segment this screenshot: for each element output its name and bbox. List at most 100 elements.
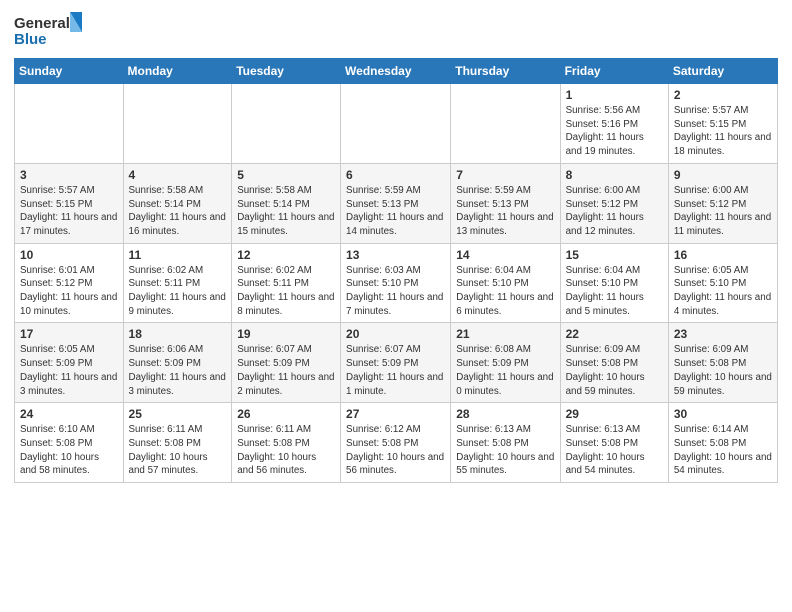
calendar-cell [341,84,451,164]
calendar-cell: 8 Sunrise: 6:00 AMSunset: 5:12 PMDaylight… [560,163,668,243]
calendar-cell: 28 Sunrise: 6:13 AMSunset: 5:08 PMDayligh… [451,403,560,483]
day-number: 24 [20,407,118,421]
weekday-header-wednesday: Wednesday [341,59,451,84]
calendar-cell: 7 Sunrise: 5:59 AMSunset: 5:13 PMDaylight… [451,163,560,243]
cell-info: Sunrise: 6:07 AMSunset: 5:09 PMDaylight:… [346,343,445,398]
day-number: 17 [20,327,118,341]
day-number: 28 [456,407,554,421]
calendar-cell: 9 Sunrise: 6:00 AMSunset: 5:12 PMDaylight… [668,163,777,243]
calendar-cell: 14 Sunrise: 6:04 AMSunset: 5:10 PMDayligh… [451,243,560,323]
calendar-cell: 15Sunrise: 6:04 AMSunset: 5:10 PMDayligh… [560,243,668,323]
day-number: 22 [566,327,663,341]
cell-info: Sunrise: 6:04 AMSunset: 5:10 PMDaylight:… [456,264,554,319]
calendar-cell: 16 Sunrise: 6:05 AMSunset: 5:10 PMDayligh… [668,243,777,323]
calendar-cell: 30 Sunrise: 6:14 AMSunset: 5:08 PMDayligh… [668,403,777,483]
day-number: 13 [346,248,445,262]
svg-text:General: General [14,15,70,32]
weekday-header-thursday: Thursday [451,59,560,84]
calendar-cell: 23Sunrise: 6:09 AMSunset: 5:08 PMDayligh… [668,323,777,403]
cell-info: Sunrise: 6:05 AMSunset: 5:10 PMDaylight:… [674,264,772,319]
day-number: 2 [674,88,772,102]
calendar-cell: 2 Sunrise: 5:57 AMSunset: 5:15 PMDaylight… [668,84,777,164]
week-row-4: 24 Sunrise: 6:10 AMSunset: 5:08 PMDayligh… [15,403,778,483]
calendar-cell: 6 Sunrise: 5:59 AMSunset: 5:13 PMDaylight… [341,163,451,243]
weekday-header-saturday: Saturday [668,59,777,84]
calendar-header: SundayMondayTuesdayWednesdayThursdayFrid… [15,59,778,84]
cell-info: Sunrise: 5:56 AMSunset: 5:16 PMDaylight:… [566,104,663,159]
cell-info: Sunrise: 6:11 AMSunset: 5:08 PMDaylight:… [129,423,227,478]
cell-info: Sunrise: 5:57 AMSunset: 5:15 PMDaylight:… [674,104,772,159]
header: GeneralBlue [14,10,778,50]
day-number: 1 [566,88,663,102]
day-number: 29 [566,407,663,421]
svg-text:Blue: Blue [14,31,47,48]
day-number: 11 [129,248,227,262]
calendar-cell: 24 Sunrise: 6:10 AMSunset: 5:08 PMDayligh… [15,403,124,483]
cell-info: Sunrise: 6:03 AMSunset: 5:10 PMDaylight:… [346,264,445,319]
calendar-cell: 10 Sunrise: 6:01 AMSunset: 5:12 PMDayligh… [15,243,124,323]
day-number: 27 [346,407,445,421]
calendar-cell: 12Sunrise: 6:02 AMSunset: 5:11 PMDayligh… [232,243,341,323]
weekday-header-sunday: Sunday [15,59,124,84]
cell-info: Sunrise: 5:59 AMSunset: 5:13 PMDaylight:… [456,184,554,239]
week-row-3: 17 Sunrise: 6:05 AMSunset: 5:09 PMDayligh… [15,323,778,403]
weekday-header-friday: Friday [560,59,668,84]
cell-info: Sunrise: 5:57 AMSunset: 5:15 PMDaylight:… [20,184,118,239]
cell-info: Sunrise: 6:10 AMSunset: 5:08 PMDaylight:… [20,423,118,478]
cell-info: Sunrise: 6:00 AMSunset: 5:12 PMDaylight:… [566,184,663,239]
calendar-cell: 3 Sunrise: 5:57 AMSunset: 5:15 PMDaylight… [15,163,124,243]
cell-info: Sunrise: 5:59 AMSunset: 5:13 PMDaylight:… [346,184,445,239]
day-number: 30 [674,407,772,421]
day-number: 26 [237,407,335,421]
calendar-cell: 20Sunrise: 6:07 AMSunset: 5:09 PMDayligh… [341,323,451,403]
cell-info: Sunrise: 6:09 AMSunset: 5:08 PMDaylight:… [566,343,663,398]
weekday-row: SundayMondayTuesdayWednesdayThursdayFrid… [15,59,778,84]
cell-info: Sunrise: 5:58 AMSunset: 5:14 PMDaylight:… [237,184,335,239]
cell-info: Sunrise: 6:07 AMSunset: 5:09 PMDaylight:… [237,343,335,398]
day-number: 8 [566,168,663,182]
day-number: 4 [129,168,227,182]
calendar-cell: 18 Sunrise: 6:06 AMSunset: 5:09 PMDayligh… [123,323,232,403]
day-number: 7 [456,168,554,182]
calendar-cell: 11 Sunrise: 6:02 AMSunset: 5:11 PMDayligh… [123,243,232,323]
calendar-cell: 26Sunrise: 6:11 AMSunset: 5:08 PMDayligh… [232,403,341,483]
calendar-cell: 1 Sunrise: 5:56 AMSunset: 5:16 PMDaylight… [560,84,668,164]
day-number: 16 [674,248,772,262]
cell-info: Sunrise: 5:58 AMSunset: 5:14 PMDaylight:… [129,184,227,239]
day-number: 9 [674,168,772,182]
day-number: 10 [20,248,118,262]
cell-info: Sunrise: 6:02 AMSunset: 5:11 PMDaylight:… [237,264,335,319]
logo-svg: GeneralBlue [14,10,84,50]
cell-info: Sunrise: 6:09 AMSunset: 5:08 PMDaylight:… [674,343,772,398]
day-number: 14 [456,248,554,262]
calendar-cell: 4 Sunrise: 5:58 AMSunset: 5:14 PMDaylight… [123,163,232,243]
cell-info: Sunrise: 6:04 AMSunset: 5:10 PMDaylight:… [566,264,663,319]
cell-info: Sunrise: 6:13 AMSunset: 5:08 PMDaylight:… [456,423,554,478]
calendar-cell: 5 Sunrise: 5:58 AMSunset: 5:14 PMDaylight… [232,163,341,243]
calendar-cell [451,84,560,164]
cell-info: Sunrise: 6:01 AMSunset: 5:12 PMDaylight:… [20,264,118,319]
page: GeneralBlue SundayMondayTuesdayWednesday… [0,0,792,493]
cell-info: Sunrise: 6:14 AMSunset: 5:08 PMDaylight:… [674,423,772,478]
day-number: 18 [129,327,227,341]
cell-info: Sunrise: 6:05 AMSunset: 5:09 PMDaylight:… [20,343,118,398]
day-number: 21 [456,327,554,341]
cell-info: Sunrise: 6:06 AMSunset: 5:09 PMDaylight:… [129,343,227,398]
week-row-2: 10 Sunrise: 6:01 AMSunset: 5:12 PMDayligh… [15,243,778,323]
calendar-body: 1 Sunrise: 5:56 AMSunset: 5:16 PMDaylight… [15,84,778,483]
cell-info: Sunrise: 6:00 AMSunset: 5:12 PMDaylight:… [674,184,772,239]
logo: GeneralBlue [14,10,84,50]
calendar-cell [232,84,341,164]
cell-info: Sunrise: 6:12 AMSunset: 5:08 PMDaylight:… [346,423,445,478]
weekday-header-tuesday: Tuesday [232,59,341,84]
cell-info: Sunrise: 6:13 AMSunset: 5:08 PMDaylight:… [566,423,663,478]
calendar-cell: 22 Sunrise: 6:09 AMSunset: 5:08 PMDayligh… [560,323,668,403]
week-row-0: 1 Sunrise: 5:56 AMSunset: 5:16 PMDaylight… [15,84,778,164]
day-number: 6 [346,168,445,182]
day-number: 5 [237,168,335,182]
cell-info: Sunrise: 6:02 AMSunset: 5:11 PMDaylight:… [129,264,227,319]
calendar-cell: 29 Sunrise: 6:13 AMSunset: 5:08 PMDayligh… [560,403,668,483]
calendar-cell: 17 Sunrise: 6:05 AMSunset: 5:09 PMDayligh… [15,323,124,403]
day-number: 19 [237,327,335,341]
day-number: 3 [20,168,118,182]
